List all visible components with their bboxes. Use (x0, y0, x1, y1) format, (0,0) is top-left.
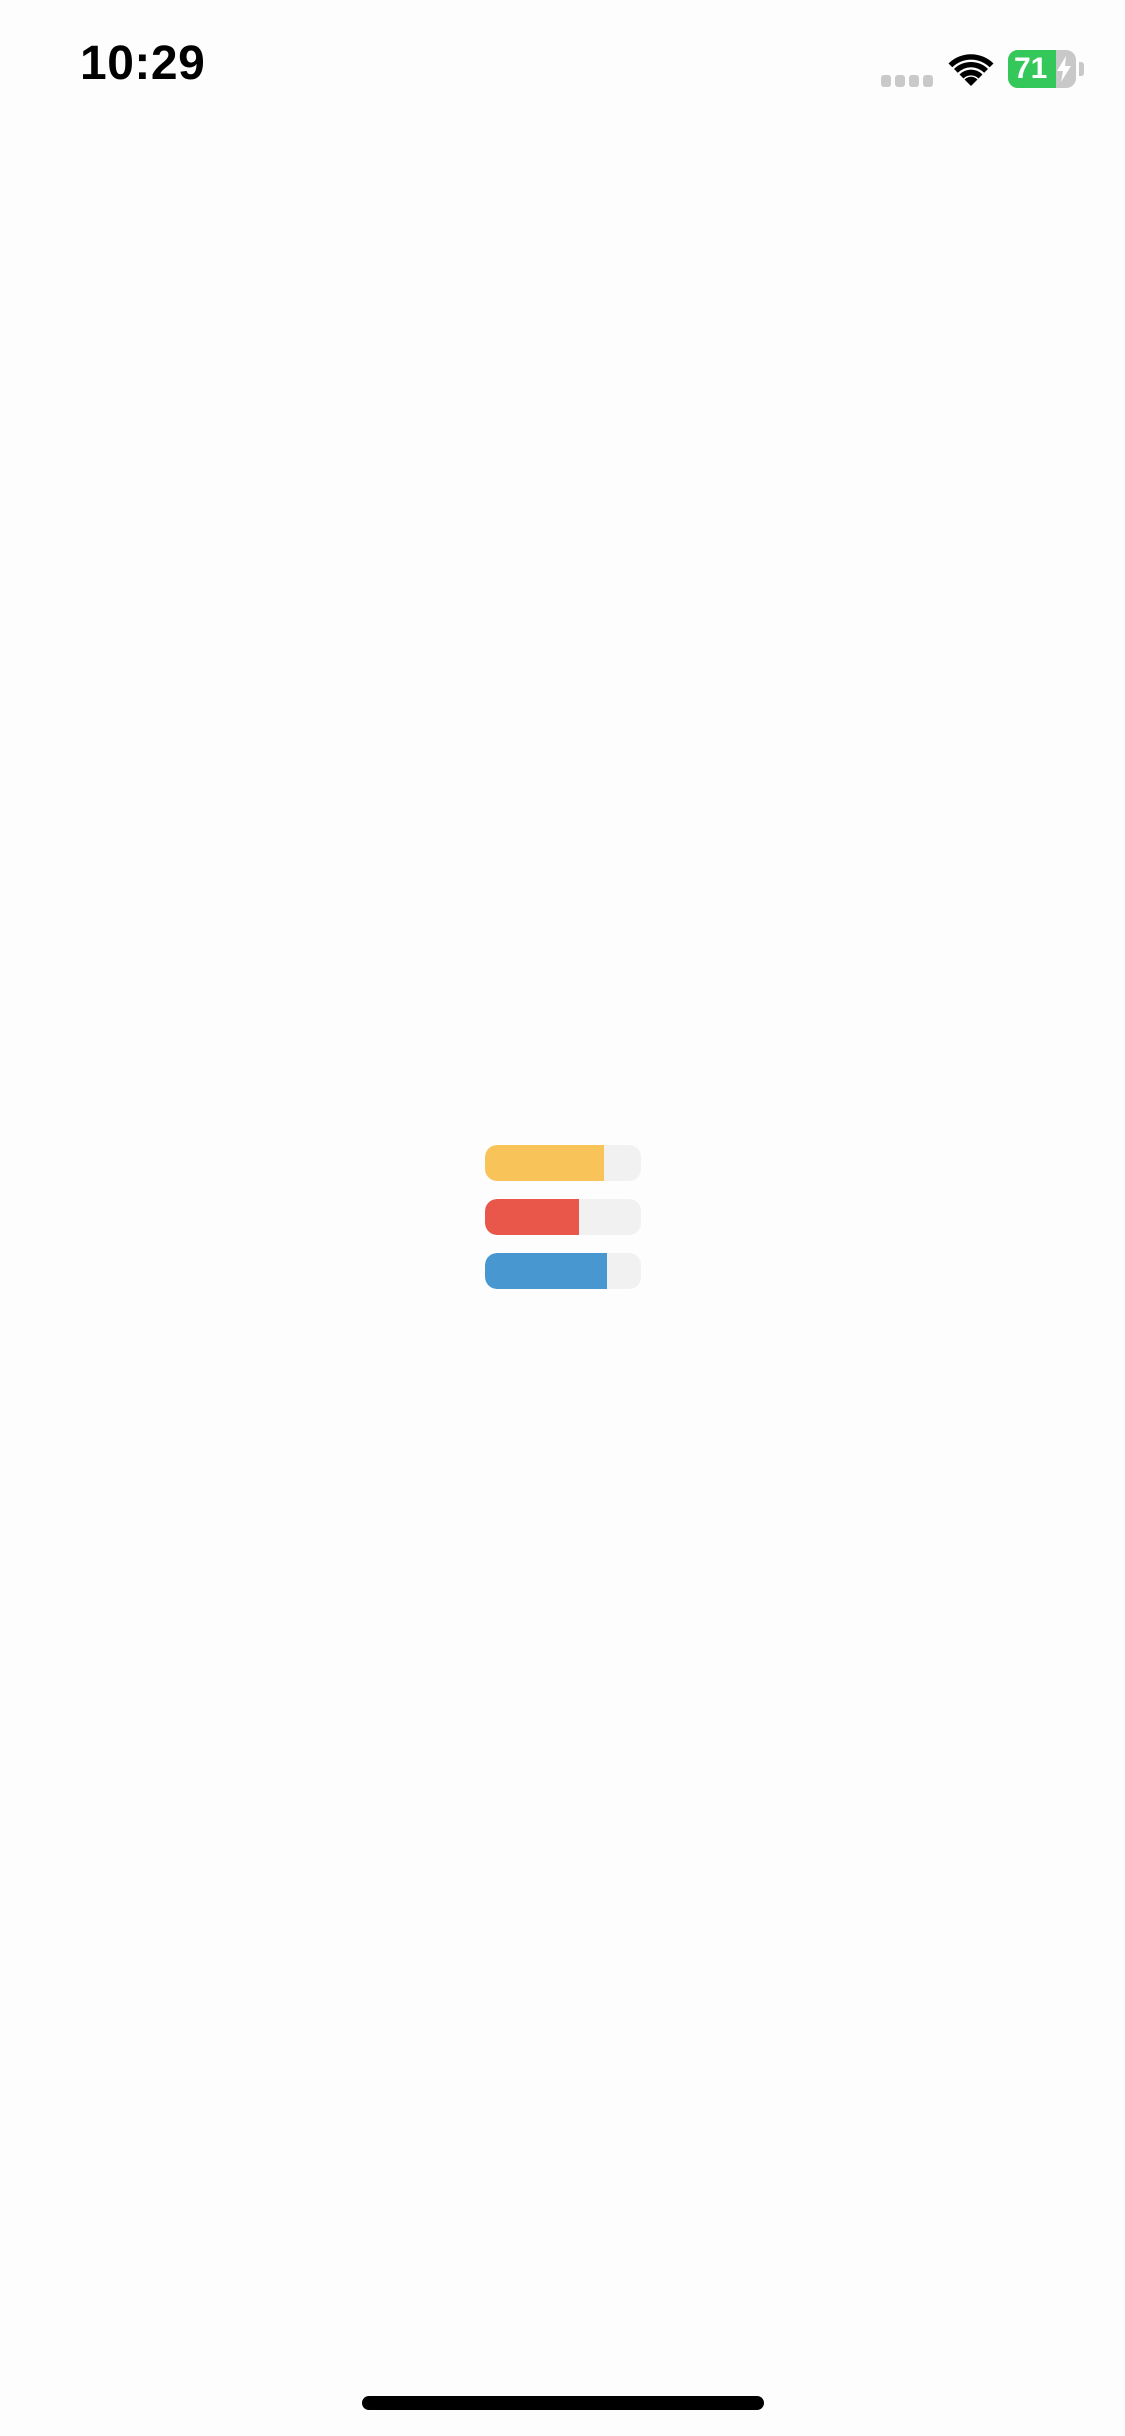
app-screen: 10:29 71 (0, 0, 1125, 2436)
battery-cap (1079, 62, 1084, 76)
loader-bar (485, 1199, 641, 1235)
loader-bar-fill (485, 1253, 607, 1289)
status-time: 10:29 (80, 37, 206, 90)
battery-body: 71 (1008, 50, 1076, 88)
loading-bars-icon (485, 1145, 641, 1307)
home-indicator[interactable] (362, 2396, 764, 2410)
loader-bar-fill (485, 1199, 579, 1235)
battery-percent: 71 (1014, 52, 1048, 85)
loader-bar-fill (485, 1145, 604, 1181)
status-bar: 10:29 71 (0, 0, 1125, 140)
loader-bar (485, 1145, 641, 1181)
loader-bar (485, 1253, 641, 1289)
battery-charging-icon: 71 (1008, 50, 1076, 88)
wifi-icon (948, 54, 994, 86)
charging-bolt-icon (1057, 56, 1071, 82)
cellular-signal-icon (881, 75, 933, 87)
